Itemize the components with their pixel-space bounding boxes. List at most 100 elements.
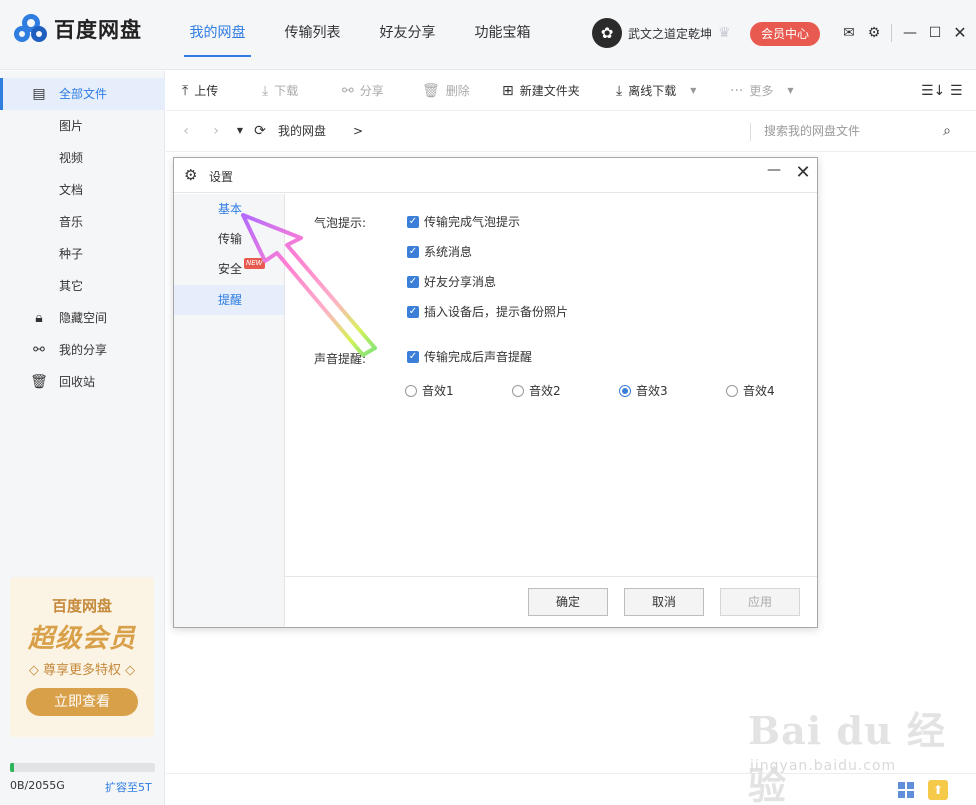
delete-button[interactable]: 🗑︎ 删除 [422,71,470,111]
gear-icon[interactable]: ⚙ [864,22,884,44]
lock-icon: 🔒︎ [35,310,43,326]
expand-storage-link[interactable]: 扩容至5T [105,779,152,795]
minimize-icon[interactable]: — [766,162,782,182]
dialog-title-bar: ⚙ 设置 — ✕ [174,158,817,193]
watermark-main: Bai du 经验 [748,708,946,805]
address-bar: ‹ › ▼ ⟳ 我的网盘 > ⌕ [166,111,976,152]
sidebar-item-label: 图片 [59,119,84,133]
radio-label: 音效4 [743,384,775,398]
user-info[interactable]: ✿ 武文之道定乾坤 ♛ [592,18,731,48]
storage-used: 0B/2055G [10,779,65,792]
maximize-icon[interactable]: ☐ [925,22,945,44]
sidebar-item-torrents[interactable]: 种子 [0,238,165,270]
vip-promo-banner[interactable]: 百度网盘 超级会员 ◇ 尊享更多特权 ◇ 立即查看 [10,577,154,737]
folder-plus-icon: ⊞ [502,83,514,99]
close-icon[interactable]: ✕ [950,22,970,44]
vip-center-button[interactable]: 会员中心 [750,22,820,46]
offline-download-button[interactable]: ⤓ 离线下载 ▼ [616,71,696,111]
annotation-arrow [241,213,377,357]
radio-icon[interactable] [405,384,417,397]
history-dropdown-icon[interactable]: ▼ [232,121,248,141]
avatar[interactable]: ✿ [592,18,622,48]
checkbox-backup-photos-prompt[interactable]: ✓ 插入设备后，提示备份照片 [407,303,568,320]
caret-down-icon[interactable]: ▼ [787,71,793,111]
new-folder-label: 新建文件夹 [519,84,580,98]
app-logo: 百度网盘 [14,14,142,44]
radio-selected-icon[interactable] [619,384,631,397]
sidebar: ▤ 全部文件 图片 视频 文档 音乐 种子 其它 🔒︎ 隐藏空间 ⚯ 我的分享 … [0,71,165,805]
tab-transfer-list[interactable]: 传输列表 [265,0,360,70]
sidebar-item-images[interactable]: 图片 [0,110,165,142]
search-input[interactable] [764,120,924,142]
sidebar-item-all-files[interactable]: ▤ 全部文件 [0,78,165,110]
cancel-button[interactable]: 取消 [624,588,704,616]
breadcrumb-separator[interactable]: > [353,121,363,141]
apply-button[interactable]: 应用 [720,588,800,616]
sidebar-item-label: 隐藏空间 [59,311,108,325]
sidebar-item-other[interactable]: 其它 [0,270,165,302]
upload-label: 上传 [194,84,219,98]
checkbox-transfer-complete-bubble[interactable]: ✓ 传输完成气泡提示 [407,213,520,230]
sidebar-item-label: 回收站 [59,375,96,389]
checkbox-checked-icon[interactable]: ✓ [407,350,419,363]
sidebar-item-videos[interactable]: 视频 [0,142,165,174]
radio-sound-2[interactable]: 音效2 [512,382,561,399]
ellipsis-icon: ··· [730,83,744,99]
share-label: 分享 [359,84,384,98]
radio-icon[interactable] [726,384,738,397]
share-button[interactable]: ⚯ 分享 [342,71,384,111]
more-button[interactable]: ··· 更多 ▼ [730,71,794,111]
ok-button[interactable]: 确定 [528,588,608,616]
storage-fill [10,763,15,772]
refresh-icon[interactable]: ⟳ [252,121,268,141]
tab-my-disk[interactable]: 我的网盘 [170,0,265,70]
tab-toolbox[interactable]: 功能宝箱 [455,0,550,70]
sidebar-item-label: 全部文件 [59,87,108,101]
checkbox-checked-icon[interactable]: ✓ [407,305,419,318]
list-view-icon[interactable]: ☰ [950,71,963,111]
radio-sound-1[interactable]: 音效1 [405,382,454,399]
share-icon: ⚯ [342,83,354,99]
storage-bar [10,763,155,772]
checkbox-checked-icon[interactable]: ✓ [407,275,419,288]
radio-label: 音效1 [422,384,454,398]
checkbox-label: 系统消息 [424,245,473,259]
upload-button[interactable]: ⤒ 上传 [182,71,218,111]
radio-sound-3[interactable]: 音效3 [619,382,668,399]
sidebar-item-label: 其它 [59,279,84,293]
app-name: 百度网盘 [54,18,142,42]
cloud-logo-icon [14,14,48,44]
minimize-icon[interactable]: — [900,22,920,44]
download-button[interactable]: ⤓ 下载 [262,71,298,111]
close-icon[interactable]: ✕ [794,162,812,184]
sidebar-item-music[interactable]: 音乐 [0,206,165,238]
checkbox-checked-icon[interactable]: ✓ [407,215,419,228]
new-folder-button[interactable]: ⊞ 新建文件夹 [502,71,580,111]
mail-icon[interactable]: ✉ [839,22,859,44]
sidebar-item-recycle-bin[interactable]: 🗑︎ 回收站 [0,366,165,398]
forward-icon[interactable]: › [208,121,224,141]
sidebar-item-documents[interactable]: 文档 [0,174,165,206]
search-icon[interactable]: ⌕ [938,121,956,141]
sort-icon[interactable]: ☰↓ [921,71,945,111]
breadcrumb[interactable]: 我的网盘 [278,121,326,141]
radio-label: 音效3 [636,384,668,398]
radio-sound-4[interactable]: 音效4 [726,382,775,399]
checkbox-friend-share-message[interactable]: ✓ 好友分享消息 [407,273,496,290]
caret-down-icon[interactable]: ▼ [690,71,696,111]
trash-icon: 🗑︎ [422,83,440,99]
promo-view-button[interactable]: 立即查看 [26,688,138,716]
promo-tagline: ◇ 尊享更多特权 ◇ [28,663,136,678]
tab-friend-share[interactable]: 好友分享 [360,0,455,70]
checkbox-sound-after-transfer[interactable]: ✓ 传输完成后声音提醒 [407,348,532,365]
checkbox-checked-icon[interactable]: ✓ [407,245,419,258]
sidebar-item-label: 文档 [59,183,84,197]
radio-icon[interactable] [512,384,524,397]
checkbox-label: 插入设备后，提示备份照片 [424,305,569,319]
sidebar-item-my-shares[interactable]: ⚯ 我的分享 [0,334,165,366]
dialog-title: 设置 [209,170,234,184]
checkbox-system-message[interactable]: ✓ 系统消息 [407,243,472,260]
user-name[interactable]: 武文之道定乾坤 [628,25,712,42]
back-icon[interactable]: ‹ [178,121,194,141]
sidebar-item-hidden-space[interactable]: 🔒︎ 隐藏空间 [0,302,165,334]
